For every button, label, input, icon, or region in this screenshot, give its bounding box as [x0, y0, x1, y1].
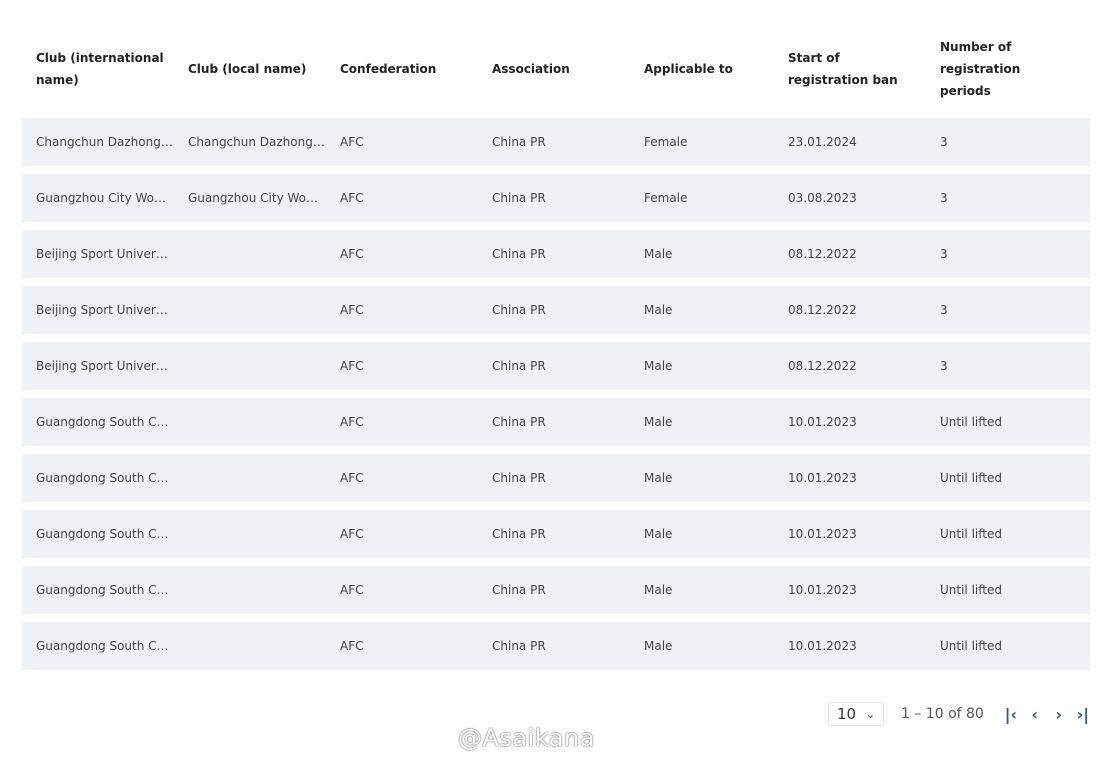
table-cell: AFC	[340, 359, 364, 373]
table-cell: AFC	[340, 583, 364, 597]
table-cell: 08.12.2022	[788, 247, 857, 261]
table-cell: China PR	[492, 359, 546, 373]
table-cell: Male	[644, 471, 673, 485]
watermark: @Asaikana	[458, 724, 595, 752]
table-cell: China PR	[492, 471, 546, 485]
table-cell: AFC	[340, 471, 364, 485]
table-cell: Female	[644, 135, 688, 149]
table-row[interactable]: Guangdong South China AFC China PR Male 10.0…	[22, 398, 1090, 446]
table-row[interactable]: Guangdong South China AFC China PR Male 10.0…	[22, 454, 1090, 502]
table-cell: China PR	[492, 135, 546, 149]
table-row[interactable]: Guangzhou City Women Guangzhou City Women…	[22, 174, 1090, 222]
table-cell: Until lifted	[940, 639, 1002, 653]
table-cell: 10.01.2023	[788, 639, 857, 653]
table-cell: Guangdong South China	[36, 527, 173, 541]
column-header[interactable]: Start of registration ban	[788, 47, 908, 91]
prev-page-icon[interactable]: ‹	[1028, 705, 1042, 724]
page-range: 1 – 10 of 80	[901, 706, 984, 722]
table-cell: China PR	[492, 191, 546, 205]
table-row[interactable]: Guangdong South China AFC China PR Male 10.0…	[22, 566, 1090, 614]
table-cell: AFC	[340, 415, 364, 429]
table-cell: Guangdong South China	[36, 471, 173, 485]
table-cell: AFC	[340, 247, 364, 261]
table-cell: 3	[940, 191, 948, 205]
table-cell: Female	[644, 191, 688, 205]
table-cell: Guangdong South China	[36, 583, 173, 597]
table-cell: 03.08.2023	[788, 191, 857, 205]
chevron-down-icon: ⌄	[865, 707, 875, 721]
table-cell: Changchun Dazhong Zhuoyue	[188, 135, 325, 149]
table-row[interactable]: Guangdong South China AFC China PR Male 10.0…	[22, 510, 1090, 558]
table-header: Club (international name) Club (local nam…	[22, 34, 1090, 104]
table-cell: Until lifted	[940, 471, 1002, 485]
table-row[interactable]: Guangdong South China AFC China PR Male 10.0…	[22, 622, 1090, 670]
table-cell: 10.01.2023	[788, 415, 857, 429]
table-cell: Guangzhou City Women	[36, 191, 173, 205]
column-header[interactable]: Club (international name)	[36, 47, 166, 91]
table-cell: AFC	[340, 135, 364, 149]
table-cell: AFC	[340, 191, 364, 205]
table-cell: 10.01.2023	[788, 583, 857, 597]
table-cell: Beijing Sport University	[36, 359, 173, 373]
table-cell: Male	[644, 303, 673, 317]
table-cell: China PR	[492, 583, 546, 597]
table-row[interactable]: Beijing Sport University AFC China PR Male 0…	[22, 230, 1090, 278]
table-cell: China PR	[492, 415, 546, 429]
table-cell: Male	[644, 415, 673, 429]
page-size-select[interactable]: 10 ⌄	[828, 702, 884, 726]
column-header[interactable]: Confederation	[340, 58, 436, 80]
last-page-icon[interactable]: ›|	[1076, 705, 1090, 724]
page-size-value: 10	[837, 705, 857, 723]
table-cell: Until lifted	[940, 583, 1002, 597]
table-cell: China PR	[492, 639, 546, 653]
table-cell: AFC	[340, 303, 364, 317]
table-cell: Changchun Dazhong Zhuoyue	[36, 135, 173, 149]
table-cell: 08.12.2022	[788, 303, 857, 317]
column-header[interactable]: Club (local name)	[188, 58, 306, 80]
table-cell: Until lifted	[940, 415, 1002, 429]
table-cell: 10.01.2023	[788, 471, 857, 485]
table-cell: Male	[644, 247, 673, 261]
table-cell: Guangzhou City Women	[188, 191, 325, 205]
table-cell: 3	[940, 303, 948, 317]
table-row[interactable]: Beijing Sport University AFC China PR Male 0…	[22, 286, 1090, 334]
table-cell: Guangdong South China	[36, 639, 173, 653]
first-page-icon[interactable]: |‹	[1004, 705, 1018, 724]
table-cell: China PR	[492, 303, 546, 317]
column-header[interactable]: Applicable to	[644, 58, 733, 80]
table-cell: Male	[644, 359, 673, 373]
table-cell: 3	[940, 135, 948, 149]
table-cell: 3	[940, 247, 948, 261]
table-cell: Guangdong South China	[36, 415, 173, 429]
pagination: 10 ⌄ 1 – 10 of 80 |‹ ‹ › ›|	[828, 702, 1090, 726]
table-cell: 10.01.2023	[788, 527, 857, 541]
table-cell: AFC	[340, 639, 364, 653]
table-cell: Male	[644, 639, 673, 653]
table-cell: Until lifted	[940, 527, 1002, 541]
column-header[interactable]: Number of registration periods	[940, 36, 1040, 102]
table-cell: Beijing Sport University	[36, 247, 173, 261]
table-row[interactable]: Changchun Dazhong Zhuoyue Changchun Dazho…	[22, 118, 1090, 166]
table-cell: 3	[940, 359, 948, 373]
table-cell: China PR	[492, 527, 546, 541]
column-header[interactable]: Association	[492, 58, 570, 80]
table-cell: Male	[644, 583, 673, 597]
table-row[interactable]: Beijing Sport University AFC China PR Male 0…	[22, 342, 1090, 390]
table-cell: Male	[644, 527, 673, 541]
table-cell: 08.12.2022	[788, 359, 857, 373]
table-cell: AFC	[340, 527, 364, 541]
table-cell: China PR	[492, 247, 546, 261]
next-page-icon[interactable]: ›	[1052, 705, 1066, 724]
table-cell: Beijing Sport University	[36, 303, 173, 317]
table-cell: 23.01.2024	[788, 135, 857, 149]
